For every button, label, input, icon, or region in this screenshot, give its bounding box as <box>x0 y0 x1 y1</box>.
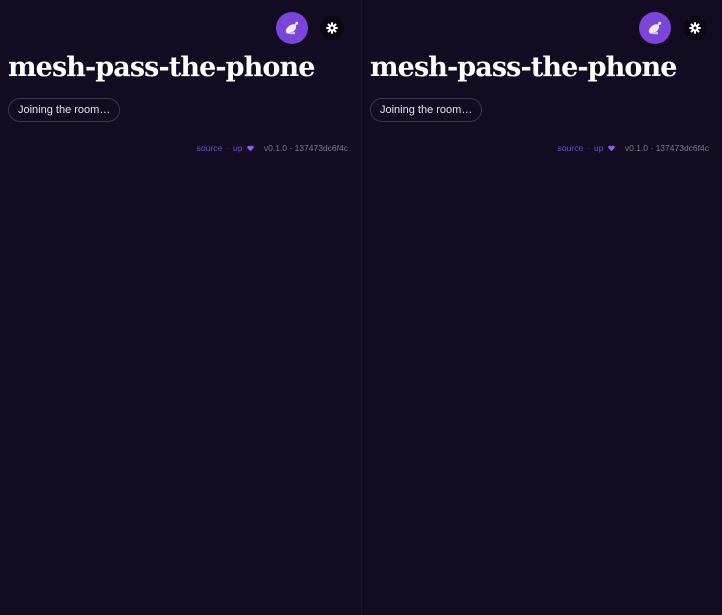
version-label: v0.1.0 · 137473dc6f4c <box>263 143 348 153</box>
footer-separator: · <box>587 143 591 153</box>
avatar-button[interactable] <box>276 12 308 44</box>
source-link[interactable]: source <box>558 143 584 153</box>
gear-icon <box>326 22 338 34</box>
up-label: up <box>594 143 604 153</box>
up-label: up <box>233 143 243 153</box>
status-badge: Joining the room… <box>8 98 121 122</box>
pane-right: mesh-pass-the-phone Joining the room… so… <box>361 0 722 615</box>
footer-separator: · <box>226 143 230 153</box>
status-badge: Joining the room… <box>370 98 483 122</box>
avatar-button[interactable] <box>639 12 671 44</box>
purple-heart-icon <box>247 145 254 152</box>
pane-left: mesh-pass-the-phone Joining the room… so… <box>0 0 361 615</box>
up-link[interactable]: up <box>594 143 615 153</box>
page-title: mesh-pass-the-phone <box>370 52 677 83</box>
gear-icon <box>689 22 701 34</box>
purple-heart-icon <box>608 145 615 152</box>
source-link[interactable]: source <box>197 143 223 153</box>
up-link[interactable]: up <box>233 143 254 153</box>
settings-button[interactable] <box>683 16 707 40</box>
footer: source · up v0.1.0 · 137473dc6f4c <box>558 142 709 154</box>
satellite-dish-icon <box>282 18 302 38</box>
satellite-dish-icon <box>645 18 665 38</box>
footer: source · up v0.1.0 · 137473dc6f4c <box>197 142 348 154</box>
version-label: v0.1.0 · 137473dc6f4c <box>624 143 709 153</box>
settings-button[interactable] <box>320 16 344 40</box>
page-title: mesh-pass-the-phone <box>8 52 315 83</box>
